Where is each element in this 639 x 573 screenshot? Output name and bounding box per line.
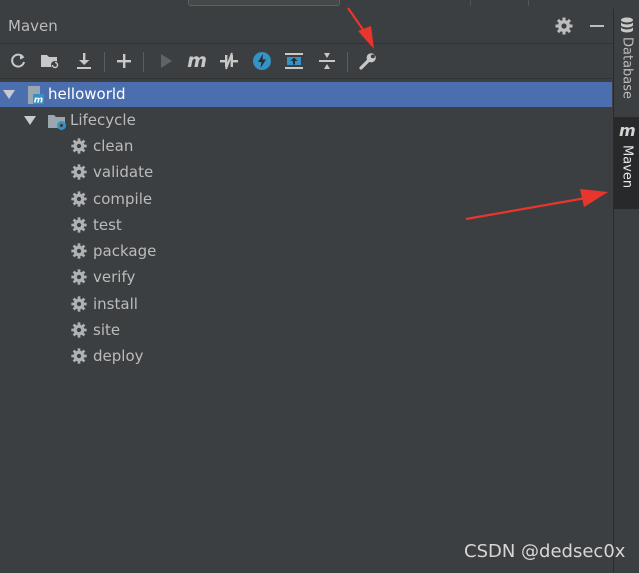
collapse-icon [318, 52, 336, 70]
gear-icon [70, 347, 90, 367]
svg-text:m: m [34, 96, 43, 106]
toggle-offline-mode-button[interactable] [217, 49, 241, 73]
tree-node-goal[interactable]: site [0, 318, 612, 343]
goal-label: clean [93, 137, 134, 155]
tab-divider [528, 0, 529, 6]
sidebar-tab-maven[interactable]: m Maven [614, 117, 639, 209]
execute-maven-goal-button[interactable]: m [185, 49, 209, 73]
maven-m-icon: m [619, 121, 636, 140]
database-icon [620, 17, 634, 37]
refresh-icon [9, 52, 27, 70]
gear-icon [70, 242, 90, 262]
toolbar-separator [104, 52, 105, 72]
gear-icon [70, 295, 90, 315]
maven-projects-tree: m helloworld Lifecycle clean validate co… [0, 80, 612, 573]
lifecycle-folder-icon [47, 111, 67, 131]
download-icon [75, 52, 93, 70]
tree-node-goal[interactable]: install [0, 292, 612, 317]
expand-arrow-icon[interactable] [3, 82, 15, 107]
goal-label: compile [93, 190, 153, 208]
watermark: CSDN @dedsec0x [464, 541, 626, 562]
goal-label: site [93, 321, 121, 339]
project-label: helloworld [48, 85, 126, 103]
tree-node-goal[interactable]: deploy [0, 344, 612, 369]
tree-node-goal[interactable]: package [0, 239, 612, 264]
panel-title: Maven [8, 17, 58, 35]
tree-node-goal[interactable]: verify [0, 265, 612, 290]
maven-module-icon: m [25, 85, 45, 106]
goal-label: verify [93, 268, 136, 286]
gear-icon [70, 137, 90, 157]
lifecycle-label: Lifecycle [70, 111, 136, 129]
editor-tab-strip [0, 0, 639, 9]
sidebar-tab-database[interactable]: Database [614, 13, 639, 113]
sidebar-tab-label: Maven [619, 145, 635, 189]
maven-toolbar: m [0, 44, 612, 79]
goal-label: deploy [93, 347, 144, 365]
gear-icon[interactable] [554, 16, 574, 36]
collapse-all-button[interactable] [315, 49, 339, 73]
reload-all-projects-button[interactable] [6, 49, 30, 73]
gear-icon [70, 216, 90, 236]
download-sources-button[interactable] [72, 49, 96, 73]
right-tool-window-bar: Database m Maven [613, 9, 639, 573]
folder-refresh-icon [40, 52, 60, 70]
toggle-skip-tests-button[interactable] [250, 49, 274, 73]
run-maven-build-button[interactable] [154, 49, 178, 73]
show-dependencies-button[interactable] [282, 49, 306, 73]
add-maven-project-button[interactable] [112, 49, 136, 73]
gear-icon [70, 190, 90, 210]
annotation-arrow [347, 7, 374, 49]
sidebar-tab-label: Database [619, 37, 635, 100]
play-icon [158, 53, 174, 69]
goal-label: validate [93, 163, 154, 181]
expand-arrow-icon[interactable] [24, 108, 36, 133]
tree-node-lifecycle[interactable]: Lifecycle [0, 108, 612, 133]
minimize-icon[interactable] [587, 16, 607, 36]
tab-divider [470, 0, 471, 6]
tree-node-goal[interactable]: clean [0, 134, 612, 159]
toolbar-separator [143, 52, 144, 72]
tree-node-project[interactable]: m helloworld [0, 82, 612, 107]
gear-icon [70, 268, 90, 288]
maven-panel-header: Maven [0, 9, 612, 44]
offline-icon [219, 52, 239, 70]
goal-label: test [93, 216, 122, 234]
maven-m-icon: m [187, 50, 207, 72]
editor-tab[interactable] [188, 0, 340, 6]
generate-sources-button[interactable] [38, 49, 62, 73]
gear-icon [70, 163, 90, 183]
goal-label: install [93, 295, 138, 313]
plus-icon [116, 53, 132, 69]
goal-label: package [93, 242, 157, 260]
annotation-arrow [465, 189, 608, 221]
lightning-icon [252, 51, 272, 71]
dependencies-icon [284, 51, 304, 71]
gear-icon [70, 321, 90, 341]
